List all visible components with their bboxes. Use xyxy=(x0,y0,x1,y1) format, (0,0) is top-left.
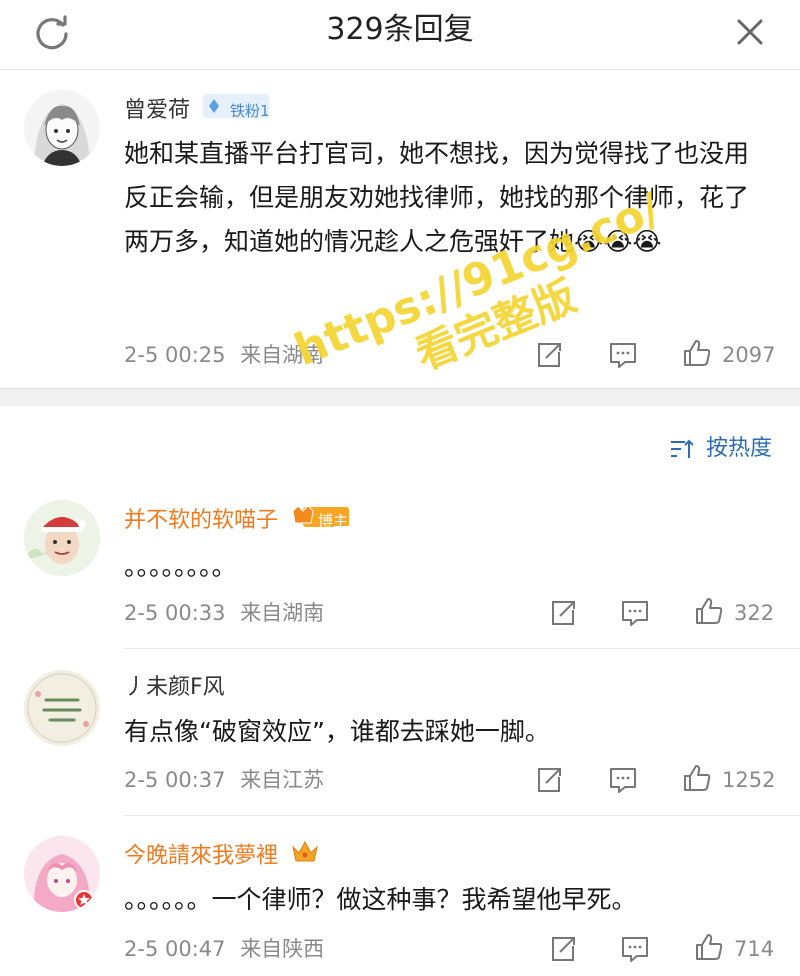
comment-location: 来自湖南 xyxy=(240,343,325,367)
blogger-badge-label: 博主 xyxy=(318,512,349,530)
comment-time: 2-5 00:47 xyxy=(124,937,226,961)
blogger-badge: 博主 xyxy=(291,503,388,539)
fan-badge: 铁粉1 xyxy=(203,94,316,128)
like-icon[interactable] xyxy=(682,763,712,793)
comment-time: 2-5 00:37 xyxy=(124,768,226,792)
close-icon[interactable] xyxy=(730,12,770,52)
sort-toggle[interactable]: 按热度 xyxy=(669,434,772,464)
comment-text: 。。。。。。。。 xyxy=(124,552,237,581)
share-icon[interactable] xyxy=(548,934,578,964)
sort-icon xyxy=(670,439,694,458)
comment-location: 来自湖南 xyxy=(240,601,325,625)
comment-text: 有点像“破窗效应”，谁都去踩她一脚。 xyxy=(124,717,550,746)
comment-time: 2-5 00:25 xyxy=(124,343,226,367)
avatar[interactable] xyxy=(24,90,100,166)
avatar[interactable] xyxy=(24,500,100,576)
like-count: 2097 xyxy=(722,343,776,367)
comment-location: 来自江苏 xyxy=(240,768,325,792)
avatar-image xyxy=(24,836,100,912)
like-icon[interactable] xyxy=(682,338,712,368)
like-icon[interactable] xyxy=(694,932,724,962)
share-icon[interactable] xyxy=(548,598,578,628)
like-count: 322 xyxy=(734,601,775,625)
row-divider xyxy=(124,648,800,649)
avatar-image xyxy=(24,90,100,166)
like-count: 714 xyxy=(734,937,775,961)
username-text[interactable]: 今晚請來我夢裡 xyxy=(124,844,278,869)
username[interactable]: 今晚請來我夢裡 xyxy=(124,839,319,874)
comment-meta: 2-5 00:37 来自江苏 xyxy=(124,765,324,795)
crown-icon xyxy=(292,840,318,862)
share-icon[interactable] xyxy=(534,765,564,795)
comment-meta: 2-5 00:25 来自湖南 xyxy=(124,340,324,370)
comment-text: 。。。。。。一个律师？做这种事？我希望他早死。 xyxy=(124,885,637,914)
share-icon[interactable] xyxy=(534,340,564,370)
section-divider xyxy=(0,388,800,406)
header-bar: 329条回复 xyxy=(0,0,800,70)
comment-time: 2-5 00:33 xyxy=(124,601,226,625)
like-icon[interactable] xyxy=(694,596,724,626)
comment-meta: 2-5 00:47 来自陕西 xyxy=(124,934,324,964)
comment-location: 来自陕西 xyxy=(240,937,325,961)
comment-icon[interactable] xyxy=(608,765,638,795)
comment-icon[interactable] xyxy=(620,598,650,628)
username-text[interactable]: 并不软的软喵子 xyxy=(124,508,278,533)
sort-label: 按热度 xyxy=(705,436,772,461)
avatar-image xyxy=(24,500,100,576)
fan-badge-label: 铁粉1 xyxy=(230,102,270,120)
username-text[interactable]: 曾爱荷 xyxy=(124,98,190,123)
comment-text: 她和某直播平台打官司，她不想找，因为觉得找了也没用反正会输，但是朋友劝她找律师，… xyxy=(124,139,750,256)
comment-icon[interactable] xyxy=(620,934,650,964)
username[interactable]: 曾爱荷 铁粉1 xyxy=(124,94,316,128)
row-divider xyxy=(124,815,800,816)
main-comment: 曾爱荷 铁粉1 她和某直播平台打官司，她不想找，因为觉得找了也没用反正会输，但是… xyxy=(0,72,800,388)
avatar-image xyxy=(24,670,100,746)
comment-meta: 2-5 00:33 来自湖南 xyxy=(124,598,324,628)
like-count: 1252 xyxy=(722,768,776,792)
username[interactable]: 丿未颜F风 xyxy=(124,673,225,703)
username[interactable]: 并不软的软喵子 博主 xyxy=(124,503,388,539)
avatar[interactable] xyxy=(24,836,100,912)
avatar[interactable] xyxy=(24,670,100,746)
page-title: 329条回复 xyxy=(326,12,474,47)
crown-badge xyxy=(291,839,319,874)
comment-icon[interactable] xyxy=(608,340,638,370)
